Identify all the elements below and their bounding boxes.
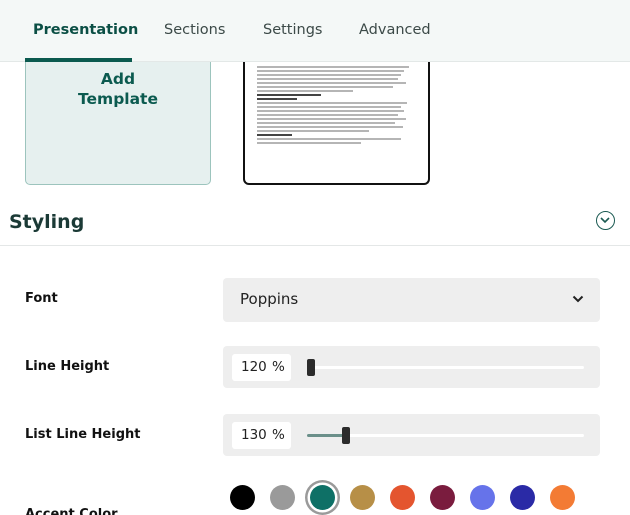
template-thumbnail[interactable] bbox=[243, 62, 430, 185]
line-height-label: Line Height bbox=[25, 359, 110, 374]
line-height-input[interactable]: 120 % bbox=[232, 354, 291, 381]
tab-bar: Presentation Sections Settings Advanced bbox=[0, 0, 630, 62]
add-template-label: Add Template bbox=[78, 70, 158, 108]
accent-color-swatch[interactable] bbox=[390, 485, 415, 510]
add-template-button[interactable]: Add Template bbox=[25, 62, 211, 185]
font-label: Font bbox=[25, 291, 58, 306]
line-height-slider-track[interactable] bbox=[307, 359, 584, 376]
chevron-down-icon bbox=[572, 295, 584, 303]
font-select[interactable]: Poppins bbox=[223, 278, 600, 322]
list-line-height-label: List Line Height bbox=[25, 427, 141, 442]
list-line-height-slider-fill bbox=[307, 434, 346, 437]
tab-settings[interactable]: Settings bbox=[263, 22, 322, 38]
list-line-height-unit: % bbox=[272, 427, 285, 443]
list-line-height-input[interactable]: 130 % bbox=[232, 422, 291, 449]
list-line-height-slider-track[interactable] bbox=[307, 427, 584, 444]
accent-color-swatch[interactable] bbox=[350, 485, 375, 510]
tab-presentation[interactable]: Presentation bbox=[33, 22, 138, 38]
list-line-height-control: 130 % bbox=[223, 414, 600, 456]
chevron-down-icon[interactable] bbox=[596, 211, 615, 230]
line-height-value: 120 bbox=[241, 359, 267, 375]
accent-color-label: Accent Color bbox=[25, 507, 118, 515]
styling-heading: Styling bbox=[9, 211, 85, 233]
list-line-height-value: 130 bbox=[241, 427, 267, 443]
accent-color-swatch[interactable] bbox=[270, 485, 295, 510]
accent-color-swatch[interactable] bbox=[550, 485, 575, 510]
accent-color-swatch[interactable] bbox=[310, 485, 335, 510]
list-line-height-slider-handle[interactable] bbox=[342, 427, 350, 444]
tab-sections[interactable]: Sections bbox=[164, 22, 225, 38]
line-height-control: 120 % bbox=[223, 346, 600, 388]
font-select-value: Poppins bbox=[240, 290, 299, 308]
accent-color-swatch[interactable] bbox=[430, 485, 455, 510]
accent-color-swatch[interactable] bbox=[230, 485, 255, 510]
line-height-slider-handle[interactable] bbox=[307, 359, 315, 376]
line-height-unit: % bbox=[272, 359, 285, 375]
accent-color-swatch[interactable] bbox=[470, 485, 495, 510]
accent-color-swatch[interactable] bbox=[510, 485, 535, 510]
divider bbox=[0, 245, 630, 246]
template-preview-image bbox=[257, 66, 417, 146]
tab-advanced[interactable]: Advanced bbox=[359, 22, 431, 38]
